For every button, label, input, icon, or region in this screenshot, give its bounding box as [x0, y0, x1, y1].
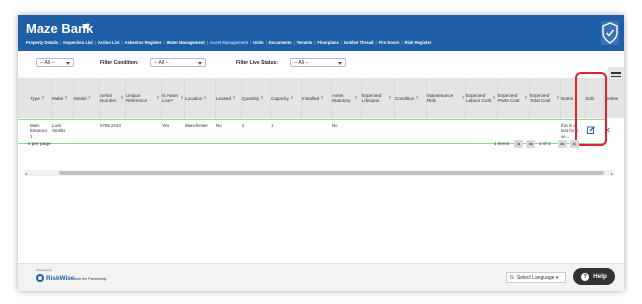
cell-make: Lock Smiths: [52, 123, 66, 134]
cell-serial: 0708 2443: [100, 123, 121, 128]
nav-inspection-list[interactable]: Inspection List: [63, 40, 93, 45]
col-serial-number[interactable]: Serial Number ⇕: [100, 78, 124, 118]
cell-capacity: 1: [271, 123, 274, 128]
col-expected-labour-cost[interactable]: Expected Labour Cost ⇕: [466, 78, 496, 118]
nav-asbestos-register[interactable]: Asbestos Register: [125, 40, 162, 45]
help-button[interactable]: ? Help: [573, 268, 615, 285]
help-label: Help: [593, 273, 607, 280]
cell-type: Main Entrance 1: [30, 123, 48, 139]
filter-live-status-value: -- All --: [294, 60, 309, 66]
brand-dropdown-icon[interactable]: [82, 24, 90, 29]
language-label: Select Language: [516, 275, 555, 281]
col-asset-statutory[interactable]: Asset Statutory ⇕: [332, 78, 358, 118]
asset-table-header: Type ⇕ Make ⇕ Model ⇕ Serial Number ⇕ Unique…: [18, 78, 624, 118]
partnership-text: from the Partnership: [74, 277, 107, 281]
nav-tenants[interactable]: Tenants: [297, 40, 313, 45]
items-count: 1 Items: [494, 141, 510, 146]
nav-fire-doors[interactable]: Fire Doors: [379, 40, 400, 45]
nav-property-details[interactable]: Property Details: [26, 40, 58, 45]
filter-condition-select[interactable]: -- All --: [150, 58, 206, 67]
filter-select-type[interactable]: -- All --: [36, 58, 74, 67]
chevron-down-icon: [198, 62, 202, 65]
riskwise-logo-icon: [36, 274, 44, 282]
powered-by-label: Powered by: [36, 268, 52, 272]
google-icon: G: [510, 275, 514, 281]
cell-location: Manchester: [185, 123, 208, 128]
first-page-button[interactable]: |◂: [514, 140, 523, 148]
cell-live: Yes: [162, 123, 170, 128]
scroll-left-icon[interactable]: ◂: [25, 171, 27, 176]
riskwise-logo: RiskWise: [46, 275, 75, 282]
col-leased[interactable]: Leased ⇕: [216, 78, 240, 118]
per-page-label: s per page: [28, 142, 51, 147]
col-quantity[interactable]: Quantity ⇕: [242, 78, 270, 118]
horizontal-scrollbar[interactable]: ◂ ▸: [24, 170, 614, 176]
highlight-annotation: [575, 72, 607, 146]
col-condition[interactable]: Condition ⇕: [395, 78, 425, 118]
scrollbar-thumb[interactable]: [59, 171, 604, 175]
col-installed[interactable]: Installed ⇕: [302, 78, 330, 118]
col-type[interactable]: Type ⇕: [30, 78, 50, 118]
main-nav: Property Details | Inspection List | Actio…: [26, 40, 432, 45]
filter-condition-value: -- All --: [154, 60, 169, 66]
filter-live-status-label: Filter Live Status:: [236, 60, 278, 66]
nav-action-list[interactable]: Action List: [98, 40, 120, 45]
filter-condition-label: Filter Condition:: [100, 60, 139, 66]
shield-check-icon: [601, 21, 619, 45]
scroll-right-icon[interactable]: ▸: [611, 171, 613, 176]
nav-risk-register[interactable]: Risk Register: [405, 40, 432, 45]
last-page-button[interactable]: ▸|: [570, 140, 579, 148]
col-model[interactable]: Model ⇕: [74, 78, 98, 118]
nav-documents[interactable]: Documents: [269, 40, 292, 45]
language-selector[interactable]: G Select Language ▾: [506, 272, 566, 283]
cell-leased: No: [216, 123, 222, 128]
col-make[interactable]: Make ⇕: [52, 78, 72, 118]
nav-units[interactable]: Units: [253, 40, 263, 45]
col-delete: Delete: [605, 95, 619, 101]
nav-floorplans[interactable]: Floorplans: [317, 40, 338, 45]
nav-water-management[interactable]: Water Management: [166, 40, 204, 45]
col-location[interactable]: Location ⇕: [185, 78, 214, 118]
col-expected-parts-cost[interactable]: Expected Parts Cost ⇕: [498, 78, 528, 118]
col-maintenance-risk[interactable]: Maintenance Risk ⇕: [427, 78, 465, 118]
filter-select-type-value: -- All --: [40, 60, 55, 66]
chevron-down-icon: [66, 62, 70, 65]
page-indicator: 1 of 1: [539, 141, 551, 146]
col-capacity[interactable]: Capacity ⇕: [271, 78, 300, 118]
question-icon: ?: [581, 272, 590, 281]
filter-live-status-select[interactable]: -- All --: [290, 58, 346, 67]
next-page-button[interactable]: ▸▸: [558, 140, 567, 148]
col-expected-lifespan[interactable]: Expected Lifespan ⇕: [362, 78, 392, 118]
prev-page-button[interactable]: ◂◂: [526, 140, 535, 148]
nav-asset-management[interactable]: Asset Management: [210, 40, 248, 45]
col-unique-reference[interactable]: Unique Reference ⇕: [126, 78, 160, 118]
page-footer: Powered by RiskWise from the Partnership…: [18, 263, 624, 291]
app-header: Maze Bank Property Details | Inspection L…: [18, 15, 624, 51]
nav-golden-thread[interactable]: Golden Thread: [344, 40, 374, 45]
app-window: Maze Bank Property Details | Inspection L…: [18, 15, 624, 291]
cell-statutory: No: [332, 123, 338, 128]
col-is-asset-live[interactable]: Is Asset Live? ⇕: [162, 78, 184, 118]
cell-quantity: 2: [242, 123, 245, 128]
col-expected-total-cost[interactable]: Expected Total Cost ⇕: [530, 78, 560, 118]
chevron-down-icon: [338, 62, 342, 65]
filter-bar: -- All -- Filter Condition: -- All -- Fi…: [18, 58, 606, 70]
